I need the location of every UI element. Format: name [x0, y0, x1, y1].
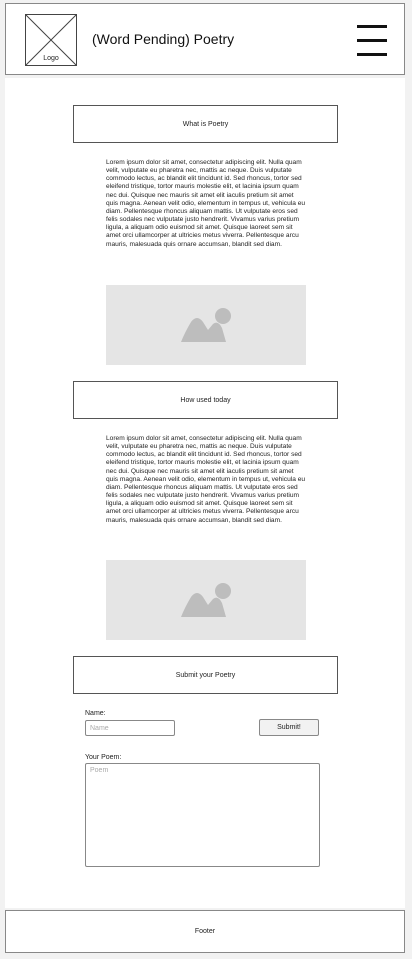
header: Logo (Word Pending) Poetry	[5, 3, 405, 75]
logo[interactable]: Logo	[25, 14, 77, 66]
section-body-how-used-today: Lorem ipsum dolor sit amet, consectetur …	[106, 435, 306, 524]
footer-label: Footer	[194, 928, 216, 935]
image-placeholder	[106, 560, 306, 640]
section-heading-submit-poetry: Submit your Poetry	[73, 656, 338, 694]
name-input[interactable]	[85, 720, 175, 736]
main-content: What is Poetry Lorem ipsum dolor sit ame…	[5, 78, 405, 908]
logo-label: Logo	[42, 55, 60, 62]
image-placeholder-icon	[181, 583, 231, 617]
section-heading-what-is-poetry: What is Poetry	[73, 105, 338, 143]
name-label: Name:	[85, 710, 106, 717]
hamburger-menu-icon[interactable]	[357, 25, 387, 57]
poem-label: Your Poem:	[85, 754, 122, 761]
image-placeholder	[106, 285, 306, 365]
submit-button[interactable]: Submit!	[259, 719, 319, 736]
section-body-what-is-poetry: Lorem ipsum dolor sit amet, consectetur …	[106, 159, 306, 248]
poem-textarea[interactable]	[85, 763, 320, 867]
section-heading-how-used-today: How used today	[73, 381, 338, 419]
footer: Footer	[5, 910, 405, 953]
site-title: (Word Pending) Poetry	[92, 31, 235, 47]
image-placeholder-icon	[181, 308, 231, 342]
